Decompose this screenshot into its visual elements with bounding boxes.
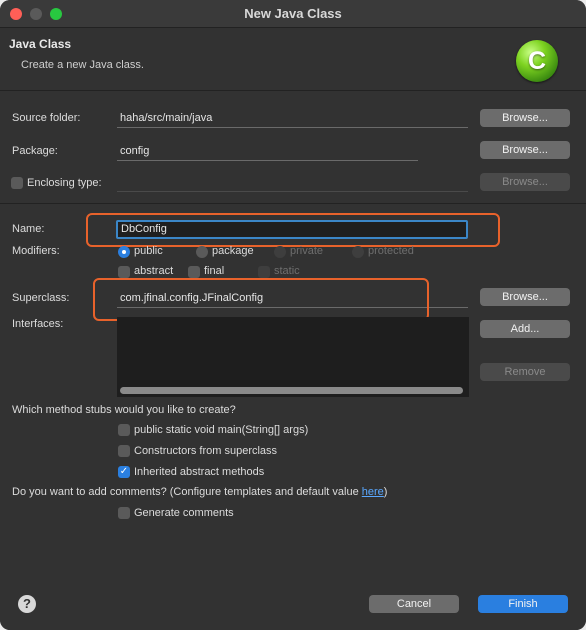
modifier-static-label: static <box>274 265 300 277</box>
java-class-icon: C <box>516 40 558 82</box>
configure-templates-link[interactable]: here <box>362 486 384 498</box>
modifier-protected-radio <box>352 246 364 258</box>
wizard-title: Java Class <box>9 37 72 51</box>
method-stubs-question: Which method stubs would you like to cre… <box>12 404 236 416</box>
comments-question-suffix: ) <box>383 486 388 498</box>
modifier-private-radio <box>274 246 286 258</box>
name-highlight-box <box>86 213 500 247</box>
superclass-browse-button[interactable]: Browse... <box>480 288 570 306</box>
section-divider <box>0 203 586 204</box>
generate-comments-checkbox[interactable] <box>118 507 130 519</box>
modifier-abstract-checkbox[interactable] <box>118 266 130 278</box>
source-folder-label: Source folder: <box>12 112 81 124</box>
stub-constructors-label: Constructors from superclass <box>134 445 278 457</box>
modifier-public-label: public <box>134 245 163 257</box>
stub-inherited-abstract-label: Inherited abstract methods <box>134 466 265 478</box>
comments-question: Do you want to add comments? (Configure … <box>12 486 387 498</box>
enclosing-type-label: Enclosing type: <box>27 177 102 189</box>
help-icon[interactable]: ? <box>18 595 36 613</box>
superclass-highlight-box <box>93 278 429 321</box>
package-field[interactable]: config <box>117 143 418 161</box>
wizard-header: Java Class Create a new Java class. C <box>0 28 586 90</box>
source-folder-browse-button[interactable]: Browse... <box>480 109 570 127</box>
interfaces-list[interactable] <box>117 317 469 397</box>
enclosing-type-checkbox[interactable] <box>11 177 23 189</box>
modifier-static-checkbox <box>258 266 270 278</box>
wizard-description: Create a new Java class. <box>21 59 144 71</box>
modifier-public-radio[interactable] <box>118 246 130 258</box>
remove-interface-button: Remove <box>480 363 570 381</box>
package-browse-button[interactable]: Browse... <box>480 141 570 159</box>
modifier-final-label: final <box>204 265 225 277</box>
enclosing-type-field <box>117 174 468 192</box>
superclass-label: Superclass: <box>12 292 70 304</box>
comments-question-prefix: Do you want to add comments? (Configure … <box>12 486 362 498</box>
generate-comments-label: Generate comments <box>134 507 234 519</box>
package-label: Package: <box>12 145 58 157</box>
modifier-private-label: private <box>290 245 324 257</box>
cancel-button[interactable]: Cancel <box>369 595 459 613</box>
window-title: New Java Class <box>244 6 342 21</box>
modifier-abstract-label: abstract <box>134 265 174 277</box>
wizard-body: Source folder: haha/src/main/java Browse… <box>0 90 586 630</box>
source-folder-field[interactable]: haha/src/main/java <box>117 110 468 128</box>
stub-main-label: public static void main(String[] args) <box>134 424 309 436</box>
add-interface-button[interactable]: Add... <box>480 320 570 338</box>
stub-main-checkbox[interactable] <box>118 424 130 436</box>
modifier-final-checkbox[interactable] <box>188 266 200 278</box>
modifier-protected-label: protected <box>368 245 414 257</box>
interfaces-label: Interfaces: <box>12 318 64 330</box>
header-divider <box>0 90 586 91</box>
modifiers-label: Modifiers: <box>12 245 60 257</box>
modifier-package-label: package <box>212 245 254 257</box>
new-java-class-dialog: New Java Class Java Class Create a new J… <box>0 0 586 630</box>
modifier-package-radio[interactable] <box>196 246 208 258</box>
title-bar: New Java Class <box>0 0 586 28</box>
stub-constructors-checkbox[interactable] <box>118 445 130 457</box>
name-label: Name: <box>12 223 45 235</box>
finish-button[interactable]: Finish <box>478 595 568 613</box>
java-class-icon-letter: C <box>527 47 547 75</box>
enclosing-type-browse-button: Browse... <box>480 173 570 191</box>
interfaces-horizontal-scrollbar[interactable] <box>120 387 463 394</box>
stub-inherited-abstract-checkbox[interactable]: ✓ <box>118 466 130 478</box>
